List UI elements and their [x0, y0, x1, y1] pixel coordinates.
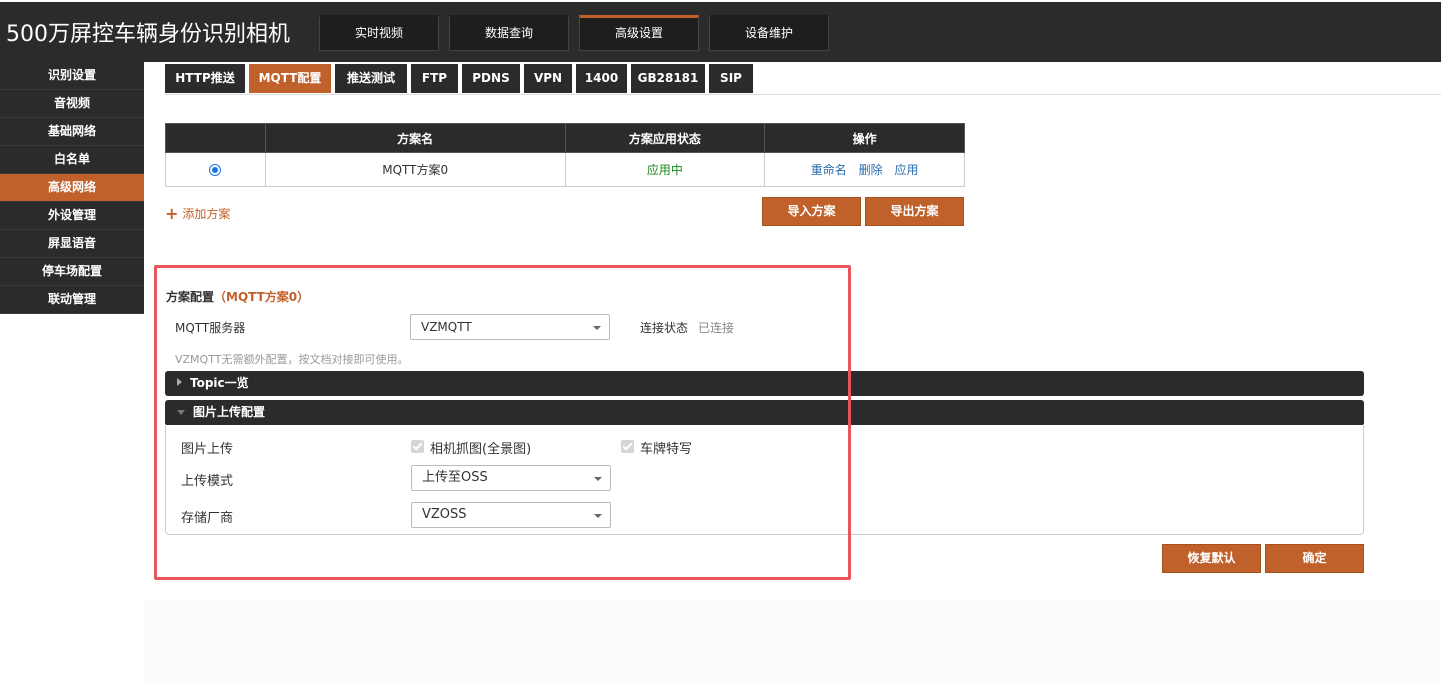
- tab-pdns[interactable]: PDNS: [462, 64, 520, 93]
- upload-panel-title: 图片上传配置: [193, 405, 266, 419]
- sidebar-item-parking[interactable]: 停车场配置: [0, 258, 144, 286]
- config-section-title: 方案配置（MQTT方案0）: [166, 288, 309, 305]
- top-tab-data-query[interactable]: 数据查询: [449, 15, 569, 51]
- config-title: 方案配置: [166, 290, 215, 304]
- sidebar-item-recognition[interactable]: 识别设置: [0, 62, 144, 90]
- chevron-down-icon: [594, 477, 602, 481]
- upload-mode-select[interactable]: 上传至OSS: [411, 465, 611, 491]
- tab-1400[interactable]: 1400: [576, 64, 627, 93]
- tab-vpn[interactable]: VPN: [524, 64, 572, 93]
- sidebar-item-peripherals[interactable]: 外设管理: [0, 202, 144, 230]
- tab-sip[interactable]: SIP: [709, 64, 753, 93]
- connection-status-label: 连接状态: [640, 321, 689, 335]
- sidebar: 识别设置 音视频 基础网络 白名单 高级网络 外设管理 屏显语音 停车场配置 联…: [0, 62, 144, 314]
- connection-status-value: 已连接: [698, 321, 735, 335]
- top-tab-live-video[interactable]: 实时视频: [319, 15, 439, 51]
- tab-gb28181[interactable]: GB28181: [631, 64, 705, 93]
- upload-mode-label: 上传模式: [181, 474, 234, 489]
- checkbox-full-image-label: 相机抓图(全景图): [430, 442, 532, 457]
- storage-vendor-label: 存储厂商: [181, 511, 234, 526]
- table-header-actions: 操作: [764, 123, 965, 153]
- caret-right-icon: [177, 378, 182, 386]
- top-tab-device-maintenance[interactable]: 设备维护: [709, 15, 829, 51]
- table-header-name: 方案名: [264, 123, 566, 153]
- table-header-select: [165, 123, 266, 153]
- select-cell: [165, 152, 266, 187]
- add-scheme-label: 添加方案: [182, 207, 231, 221]
- tab-ftp[interactable]: FTP: [411, 64, 458, 93]
- chevron-down-icon: [594, 514, 602, 518]
- delete-link[interactable]: 删除: [859, 163, 883, 177]
- top-tab-advanced-settings[interactable]: 高级设置: [579, 15, 699, 51]
- storage-vendor-value: VZOSS: [422, 507, 467, 522]
- upload-mode-value: 上传至OSS: [422, 470, 488, 485]
- rename-link[interactable]: 重命名: [811, 163, 847, 177]
- header-bar: 500万屏控车辆身份识别相机 实时视频 数据查询 高级设置 设备维护: [0, 2, 1441, 62]
- background-area: [144, 600, 1441, 683]
- tab-http-push[interactable]: HTTP推送: [165, 64, 245, 93]
- scheme-table: 方案名 方案应用状态 操作 MQTT方案0 应用中 重命名 删除 应用: [165, 123, 965, 187]
- sidebar-item-basic-network[interactable]: 基础网络: [0, 118, 144, 146]
- restore-default-button[interactable]: 恢复默认: [1162, 544, 1261, 573]
- upload-panel-header[interactable]: 图片上传配置: [165, 400, 1364, 425]
- checkbox-full-image[interactable]: [411, 440, 424, 453]
- plus-icon: +: [165, 204, 179, 223]
- table-header-status: 方案应用状态: [564, 123, 766, 153]
- mqtt-hint: VZMQTT无需额外配置，按文档对接即可使用。: [175, 353, 409, 366]
- mqtt-server-value: VZMQTT: [421, 320, 472, 334]
- add-scheme-button[interactable]: + 添加方案: [165, 204, 230, 223]
- scheme-status: 应用中: [564, 152, 766, 187]
- tab-mqtt-config[interactable]: MQTT配置: [249, 64, 331, 93]
- storage-vendor-select[interactable]: VZOSS: [411, 502, 611, 528]
- actions-cell: 重命名 删除 应用: [764, 152, 965, 187]
- confirm-button[interactable]: 确定: [1265, 544, 1364, 573]
- config-scheme-tag: （MQTT方案0）: [214, 290, 310, 304]
- table-row: MQTT方案0 应用中 重命名 删除 应用: [165, 152, 965, 187]
- topic-panel-header[interactable]: Topic一览: [165, 371, 1364, 396]
- divider: [165, 94, 1441, 95]
- mqtt-server-select[interactable]: VZMQTT: [410, 314, 610, 340]
- sidebar-item-screen-voice[interactable]: 屏显语音: [0, 230, 144, 258]
- image-upload-label: 图片上传: [181, 442, 234, 457]
- checkbox-plate-closeup-label: 车牌特写: [640, 442, 693, 457]
- chevron-down-icon: [593, 326, 601, 330]
- import-scheme-button[interactable]: 导入方案: [762, 197, 861, 226]
- apply-link[interactable]: 应用: [894, 163, 918, 177]
- sidebar-item-linkage[interactable]: 联动管理: [0, 286, 144, 314]
- sidebar-item-audio-video[interactable]: 音视频: [0, 90, 144, 118]
- checkbox-plate-closeup[interactable]: [621, 440, 634, 453]
- export-scheme-button[interactable]: 导出方案: [865, 197, 964, 226]
- scheme-radio[interactable]: [209, 164, 222, 176]
- mqtt-server-label: MQTT服务器: [175, 321, 246, 335]
- caret-down-icon: [177, 410, 185, 415]
- upload-panel-body: [165, 424, 1364, 535]
- sidebar-item-whitelist[interactable]: 白名单: [0, 146, 144, 174]
- sidebar-item-advanced-network[interactable]: 高级网络: [0, 174, 144, 202]
- app-title: 500万屏控车辆身份识别相机: [6, 22, 290, 47]
- tab-push-test[interactable]: 推送测试: [335, 64, 407, 93]
- scheme-name: MQTT方案0: [264, 152, 566, 187]
- topic-panel-title: Topic一览: [190, 376, 249, 390]
